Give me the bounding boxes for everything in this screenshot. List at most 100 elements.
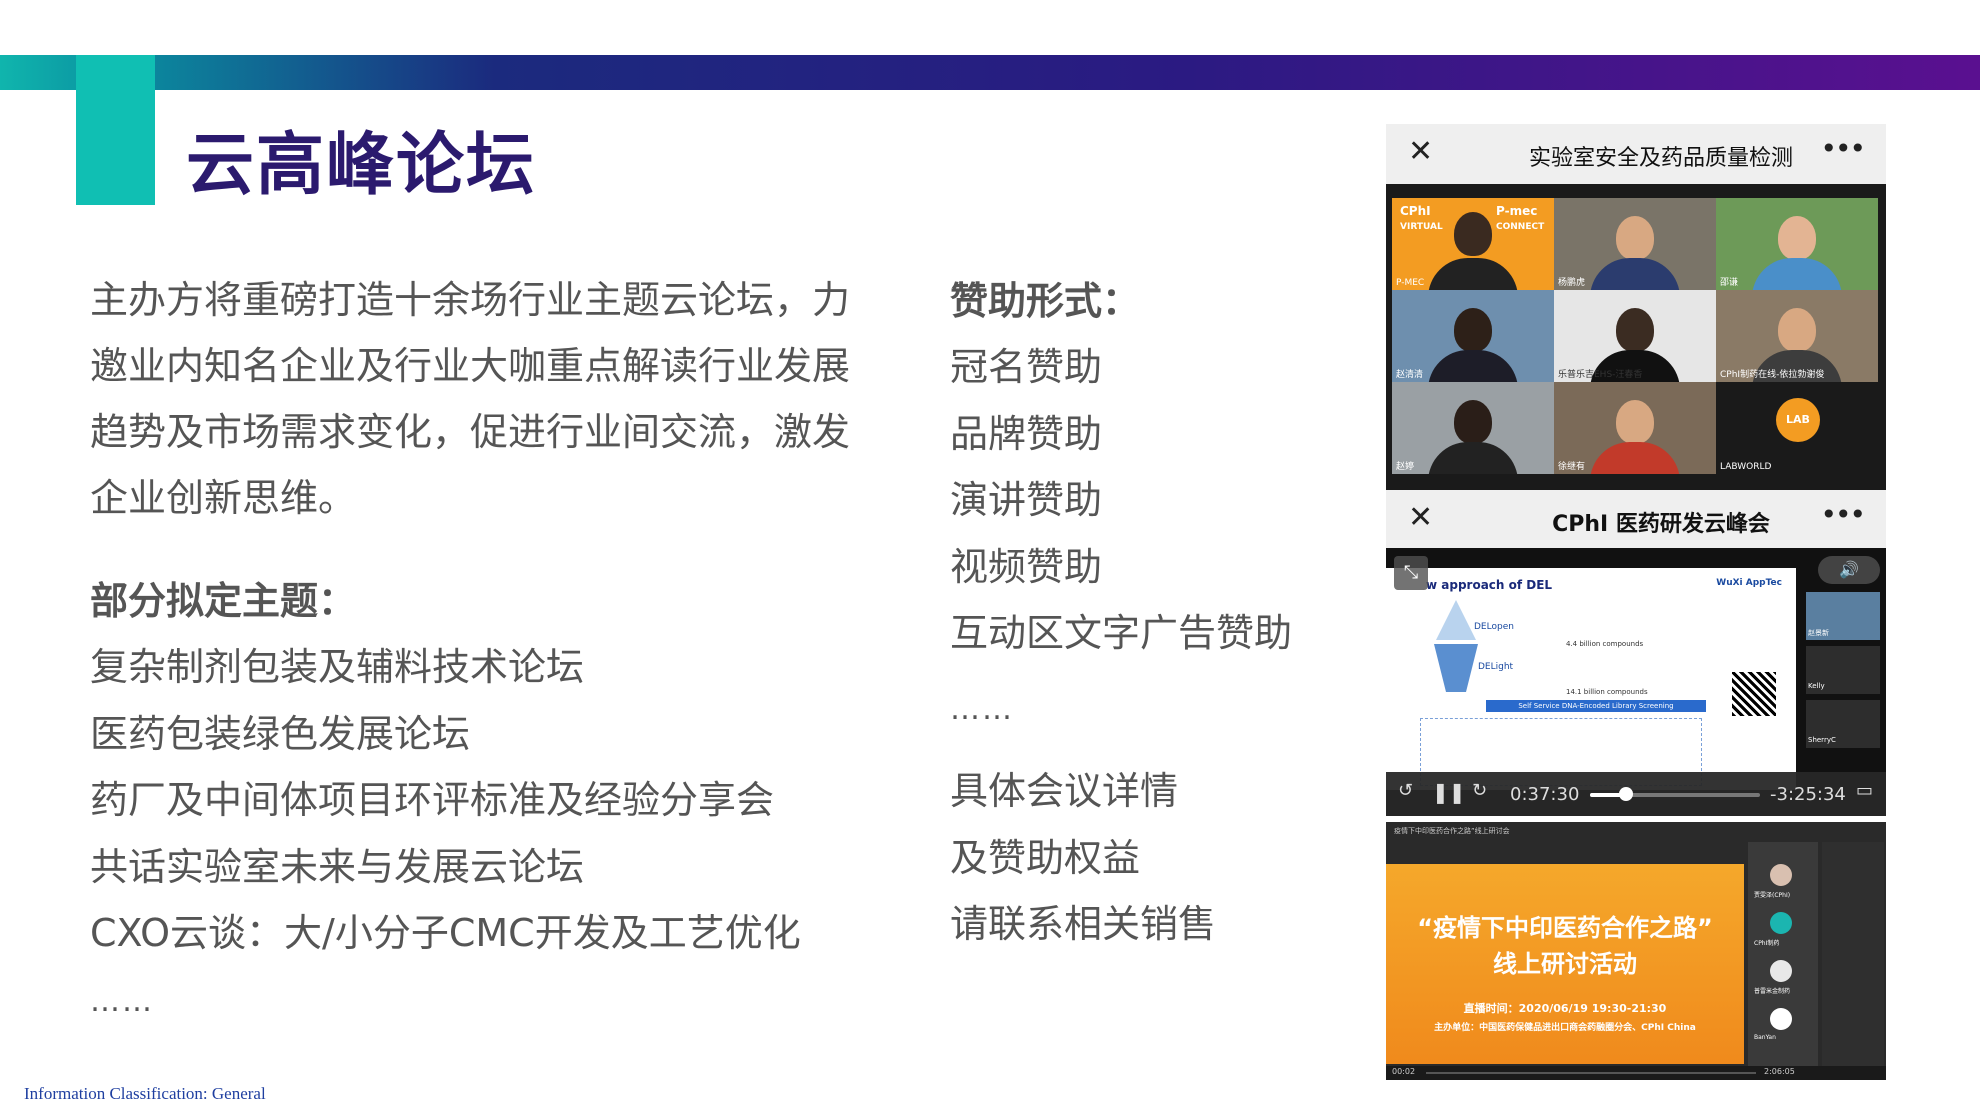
video-player[interactable]: w approach of DEL WuXi AppTec DELopen DE… [1386,548,1886,816]
video-tile[interactable]: CPhI VIRTUAL P-mec CONNECT P-MEC [1392,198,1554,290]
slide-label: DELopen [1474,622,1514,632]
chat-panel[interactable] [1822,842,1884,1070]
sponsorship-item: 冠名赞助 [950,345,1103,389]
more-icon[interactable]: ••• [1820,132,1866,165]
participant-name: 赵景新 [1808,629,1829,637]
slide-label: DELight [1478,662,1514,672]
contact-line: 及赞助权益 [950,835,1141,880]
pmec-logo: P-mec CONNECT [1496,204,1545,232]
video-tile[interactable]: 杨鹏虎 [1554,198,1716,290]
theme-item: 复杂制剂包装及辅料技术论坛 [90,645,585,689]
presentation-slide: w approach of DEL WuXi AppTec DELopen DE… [1386,568,1796,790]
participant-name: 普雷米金制药 [1754,988,1791,995]
sponsorship-item: 互动区文字广告赞助 [950,611,1293,655]
participant-name: 杨鹏虎 [1558,278,1586,288]
participant-body [1590,442,1680,474]
webinar-seek-bar[interactable] [1426,1072,1756,1074]
meeting1-video-grid: CPhI VIRTUAL P-mec CONNECT P-MEC 杨鹏虎 邵谦 赵清… [1386,184,1886,490]
video-tile[interactable]: 邵谦 [1716,198,1878,290]
page-title: 云高峰论坛 [186,126,537,205]
participant-name: P-MEC [1396,278,1425,288]
close-icon[interactable]: ✕ [1408,134,1433,169]
remaining-time: -3:25:34 [1770,784,1846,805]
participant-name: BanYan [1754,1034,1776,1041]
theme-item: 共话实验室未来与发展云论坛 [90,844,585,889]
themes-heading: 部分拟定主题： [90,579,357,623]
participant-name: 赵婷 [1396,462,1415,472]
close-icon[interactable]: ✕ [1408,500,1433,535]
sponsorship-heading: 赞助形式： [950,279,1141,323]
theme-item: 医药包装绿色发展论坛 [90,711,471,756]
participant-body [1428,442,1518,474]
themes-list: 复杂制剂包装及辅料技术论坛 医药包装绿色发展论坛 药厂及中间体项目环评标准及经验… [90,634,801,967]
video-tile[interactable]: 乐普乐吉EHS-汪春香 [1554,290,1716,382]
video-tile[interactable]: 赵清清 [1392,290,1554,382]
seek-bar[interactable] [1590,787,1760,801]
pause-icon[interactable]: ❚❚ [1432,780,1466,804]
playback-controls: ↺ ❚❚ ↻ 0:37:30 -3:25:34 ▭ [1386,772,1886,816]
video-tile[interactable]: 徐继有 [1554,382,1716,474]
fullscreen-icon[interactable]: ⤡ [1394,556,1428,590]
webinar-slide: “疫情下中印医药合作之路” 线上研讨活动 直播时间：2020/06/19 19:… [1386,864,1744,1064]
video-tile[interactable]: 赵婷 [1392,382,1554,474]
participant-name: CPhI制药在线-依拉勃谢俊 [1720,370,1825,380]
meeting2-titlebar: ✕ CPhI 医药研发云峰会 ••• [1386,490,1886,550]
forward-15-icon[interactable]: ↻ [1472,780,1487,801]
cphi-logo: CPhI VIRTUAL [1400,204,1443,232]
seek-knob[interactable] [1618,787,1633,801]
participant-head [1454,212,1492,256]
webinar-time: 直播时间：2020/06/19 19:30-21:30 [1463,1002,1667,1015]
participant-body [1752,258,1842,290]
sponsorship-item: 演讲赞助 [950,478,1103,522]
labworld-logo: LAB [1776,398,1820,442]
video-tile[interactable]: LAB LABWORLD [1716,382,1878,474]
webinar-participants: 贾雯泽(CPhI) CPhI制药 普雷米金制药 BanYan [1748,842,1818,1070]
participant-name: 贾雯泽(CPhI) [1754,892,1791,899]
participant-head [1778,308,1816,352]
participant-name: Kelly [1808,682,1825,690]
theme-item: 药厂及中间体项目环评标准及经验分享会 [90,778,775,822]
participant-head [1454,308,1492,352]
video-tile[interactable]: CPhI制药在线-依拉勃谢俊 [1716,290,1878,382]
airplay-icon[interactable]: ▭ [1856,780,1873,801]
participant-body [1428,258,1518,290]
participant-head [1454,400,1492,444]
webinar-subtitle: 线上研讨活动 [1493,950,1637,978]
more-icon[interactable]: ••• [1820,498,1866,531]
slide-banner: Self Service DNA-Encoded Library Screeni… [1486,700,1706,712]
meeting1-titlebar: ✕ 实验室安全及药品质量检测 ••• [1386,124,1886,184]
themes-ellipsis: …… [90,984,154,1019]
participant-head [1616,400,1654,444]
participant-name: SherryC [1808,736,1836,744]
participant-body [1428,350,1518,382]
classification-footer: Information Classification: General [24,1084,266,1103]
rewind-15-icon[interactable]: ↺ [1398,780,1413,801]
avatar [1770,960,1792,982]
header-accent-block [76,55,155,205]
participant-name: 邵谦 [1720,278,1739,288]
sponsorship-item: 品牌赞助 [950,411,1103,456]
sponsorship-item: 视频赞助 [950,544,1103,589]
intro-paragraph: 主办方将重磅打造十余场行业主题云论坛，力邀业内知名企业及行业大咖重点解读行业发展… [90,278,851,520]
webinar-screenshot: 疫情下中印医药合作之路”线上研讨会 “疫情下中印医药合作之路” 线上研讨活动 直… [1386,822,1886,1080]
participant-name: LABWORLD [1720,462,1772,472]
participant-sidebar: 赵景新 Kelly SherryC [1800,588,1886,788]
avatar [1770,912,1792,934]
webinar-controls: 00:02 2:06:05 [1386,1066,1886,1080]
sponsorship-ellipsis: …… [950,692,1014,727]
webinar-header: 疫情下中印医药合作之路”线上研讨会 [1394,827,1510,835]
meeting1-title: 实验室安全及药品质量检测 [1528,146,1793,171]
webinar-organizer: 主办单位：中国医药保健品进出口商会药融圈分会、CPhI China [1434,1023,1696,1033]
avatar [1770,864,1792,886]
participant-head [1778,216,1816,260]
participant-name: 赵清清 [1396,370,1424,380]
participant-body [1590,258,1680,290]
slide-title: w approach of DEL [1426,578,1553,592]
participant-head [1616,216,1654,260]
participant-name: 徐继有 [1558,462,1586,472]
slide-label: 14.1 billion compounds [1566,688,1648,696]
volume-icon[interactable]: 🔊 [1818,556,1880,584]
slide-label: 4.4 billion compounds [1566,640,1644,648]
participant-name: 乐普乐吉EHS-汪春香 [1558,370,1643,380]
contact-line: 具体会议详情 [950,769,1179,813]
